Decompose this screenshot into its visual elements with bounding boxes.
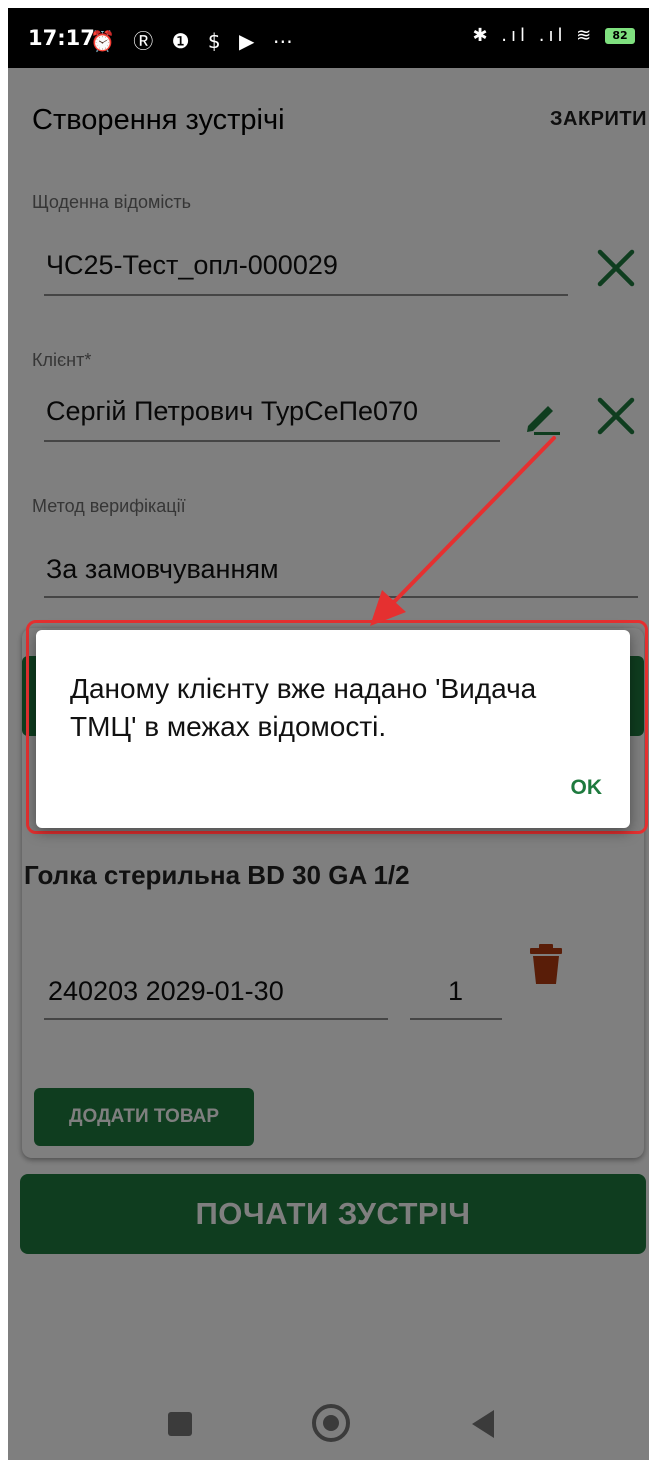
connectivity-icons: ✱ .ıl .ıl ≋ 82 (472, 25, 635, 46)
alert-dialog: Даному клієнту вже надано 'Видача ТМЦ' в… (36, 630, 630, 828)
ok-button[interactable]: OK (571, 776, 603, 800)
notification-icons: ⏰ Ⓡ ❶ $ ▶ ⋯ (90, 29, 299, 53)
signal-icons: ✱ .ıl .ıl ≋ (472, 25, 596, 46)
dialog-message: Даному клієнту вже надано 'Видача ТМЦ' в… (70, 673, 537, 742)
status-bar: 17:17 ⏰ Ⓡ ❶ $ ▶ ⋯ ✱ .ıl .ıl ≋ 82 (8, 8, 649, 68)
phone-screen: 17:17 ⏰ Ⓡ ❶ $ ▶ ⋯ ✱ .ıl .ıl ≋ 82 Створен… (8, 8, 649, 1460)
status-time: 17:17 (28, 26, 95, 50)
battery-icon: 82 (605, 28, 635, 44)
